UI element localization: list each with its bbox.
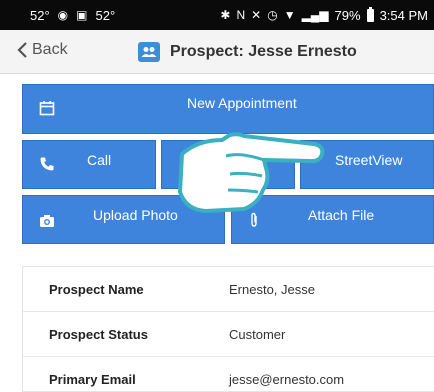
battery-percent: 79% xyxy=(334,7,361,23)
paperclip-icon xyxy=(251,212,257,227)
detail-label: Prospect Name xyxy=(49,282,144,297)
status-bar: 52° ◉ ▣ 52° ✱ N ✕ ◷ ▼ ▂▄▆ 79% 3:54 PM xyxy=(0,0,434,30)
nfc-icon: N xyxy=(236,8,246,22)
detail-row: Prospect Name Ernesto, Jesse xyxy=(23,267,434,312)
streetview-label: StreetView xyxy=(335,152,403,168)
detail-label: Prospect Status xyxy=(49,327,148,342)
alarm-icon: ◷ xyxy=(267,8,278,22)
status-right: ✱ N ✕ ◷ ▼ ▂▄▆ 79% 3:54 PM xyxy=(220,6,428,23)
back-label: Back xyxy=(32,41,68,58)
detail-value: Ernesto, Jesse xyxy=(229,282,315,297)
prospect-details: Prospect Name Ernesto, Jesse Prospect St… xyxy=(22,266,434,392)
detail-label: Primary Email xyxy=(49,372,136,387)
wifi-icon: ▼ xyxy=(283,8,296,22)
people-icon xyxy=(138,42,160,62)
back-button[interactable]: Back xyxy=(16,41,68,59)
nav-icon: ◉ xyxy=(57,8,69,22)
calendar-icon xyxy=(39,101,55,116)
page-title: Prospect: Jesse Ernesto xyxy=(138,42,357,62)
camera-icon xyxy=(40,215,54,227)
detail-value: Customer xyxy=(229,327,286,342)
attach-file-button[interactable]: Attach File xyxy=(231,195,434,244)
bluetooth-icon: ✱ xyxy=(220,8,231,22)
battery-icon xyxy=(366,6,374,22)
call-label: Call xyxy=(87,152,112,168)
attach-file-label: Attach File xyxy=(308,207,375,223)
clock: 3:54 PM xyxy=(379,7,428,23)
call-button[interactable]: Call xyxy=(22,140,156,189)
title-text: Prospect: Jesse Ernesto xyxy=(170,43,357,60)
map-button[interactable] xyxy=(161,140,295,189)
detail-row: Prospect Status Customer xyxy=(23,312,434,357)
status-left: 52° ◉ ▣ 52° xyxy=(30,7,115,23)
chevron-left-icon xyxy=(17,42,27,58)
upload-photo-button[interactable]: Upload Photo xyxy=(22,195,225,244)
weather-temp-2: 52° xyxy=(95,7,116,23)
car-icon: ▣ xyxy=(76,8,88,22)
detail-value[interactable]: jesse@ernesto.com xyxy=(229,372,344,387)
detail-row: Primary Email jesse@ernesto.com xyxy=(23,357,434,392)
upload-photo-label: Upload Photo xyxy=(93,207,178,223)
streetview-button[interactable]: StreetView xyxy=(300,140,434,189)
nav-bar: Back Prospect: Jesse Ernesto xyxy=(0,30,434,74)
mute-icon: ✕ xyxy=(251,8,262,22)
phone-icon xyxy=(40,157,54,171)
new-appointment-button[interactable]: New Appointment xyxy=(22,84,434,134)
new-appointment-label: New Appointment xyxy=(187,95,297,111)
signal-icon: ▂▄▆ xyxy=(301,8,329,22)
weather-temp: 52° xyxy=(30,7,50,23)
